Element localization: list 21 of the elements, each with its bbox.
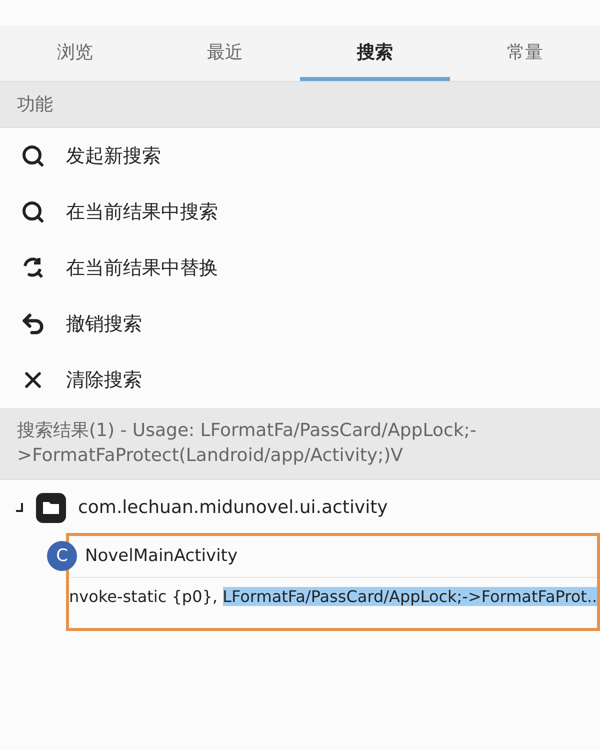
- tab[interactable]: 最近: [150, 26, 300, 81]
- section-header: 功能: [0, 82, 600, 128]
- class-badge: C: [47, 540, 77, 571]
- menu-item[interactable]: 发起新搜索: [66, 143, 161, 170]
- code-text: nvoke-static {p0},: [69, 587, 219, 606]
- search-icon: [21, 200, 45, 224]
- results-header: 搜索结果(1) - Usage: LFormatFa/PassCard/AppLock;->FormatFaProtect(Landroid/app/Activity;)V: [0, 408, 600, 480]
- menu-item[interactable]: 在当前结果中替换: [66, 255, 218, 282]
- menu-item[interactable]: 在当前结果中搜索: [66, 199, 218, 226]
- tab[interactable]: 浏览: [0, 26, 150, 81]
- menu-item[interactable]: 撤销搜索: [66, 311, 142, 338]
- undo-icon: [20, 311, 46, 338]
- class-name[interactable]: NovelMainActivity: [85, 546, 238, 566]
- menu-item[interactable]: 清除搜索: [66, 367, 142, 394]
- selected-text: LFormatFa/PassCard/AppLock;->FormatFaProt..: [222, 587, 597, 606]
- expander-icon[interactable]: [16, 502, 24, 513]
- package-name[interactable]: com.lechuan.midunovel.ui.activity: [78, 497, 388, 518]
- tab[interactable]: 常量: [450, 26, 600, 81]
- folder-icon: [36, 492, 66, 523]
- search-icon: [21, 144, 45, 168]
- refresh-search-icon: [21, 256, 45, 280]
